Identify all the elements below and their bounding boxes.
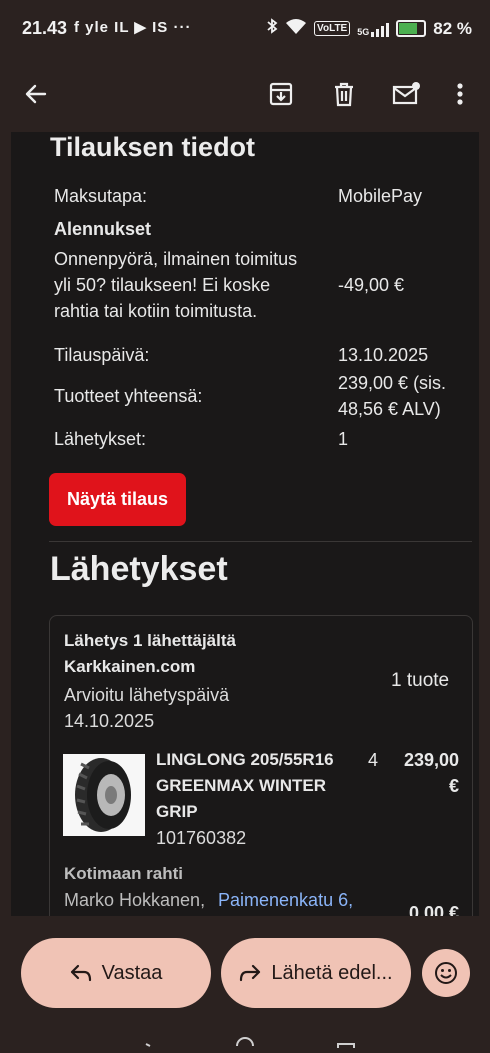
signal-5g-icon: 5G (357, 21, 390, 37)
email-content: Tilauksen tiedot Maksutapa: MobilePay Al… (11, 132, 479, 916)
item-count: 1 tuote (391, 670, 450, 691)
discounts-heading: Alennukset (54, 219, 152, 239)
status-time: 21.43 (22, 18, 68, 38)
recipient-name: Marko Hokkanen, (64, 890, 206, 910)
total-value-line-1: 239,00 € (sis. (338, 373, 447, 393)
discount-line-3: rahtia tai kotiin toimitusta. (54, 301, 258, 321)
shipments-value: 1 (338, 429, 349, 449)
order-date-value: 13.10.2025 (338, 345, 429, 365)
wifi-icon (285, 18, 307, 39)
network-type: 5G (357, 26, 370, 37)
product-name-line-2: GREENMAX WINTER (156, 776, 326, 795)
shipment-card: Lähetys 1 lähettäjältä Karkkainen.com Ar… (49, 615, 473, 916)
total-value-line-2: 48,56 € ALV) (338, 399, 441, 419)
product-sku: 101760382 (156, 828, 247, 848)
battery-icon (396, 20, 427, 37)
volte-badge: VoLTE (314, 21, 351, 36)
mail-unread-icon (392, 82, 420, 105)
address-link[interactable]: Paimenenkatu 6, (218, 887, 353, 913)
product-price-line-2: € (448, 776, 459, 796)
arrow-left-icon (25, 84, 47, 104)
discount-value: -49,00 € (338, 275, 405, 295)
nav-back-icon[interactable] (145, 1043, 151, 1047)
order-details-title: Tilauksen tiedot (50, 132, 256, 162)
emoji-smile-icon (435, 962, 457, 984)
payment-value: MobilePay (338, 186, 423, 206)
product-quantity: 4 (368, 750, 379, 770)
shipments-title: Lähetykset (50, 550, 228, 588)
forward-label: Lähetä edel... (271, 961, 393, 984)
delivery-heading: Kotimaan rahti (64, 864, 184, 883)
bottom-action-bar: Vastaa Lähetä edel... (0, 916, 490, 1048)
product-name-line-1: LINGLONG 205/55R16 (156, 750, 334, 769)
estimate-line-1: Arvioitu lähetyspäivä (64, 685, 230, 705)
more-options-button[interactable] (440, 74, 480, 114)
order-date-label: Tilauspäivä: (54, 345, 150, 365)
product-price-line-1: 239,00 (403, 750, 459, 770)
reply-icon (70, 964, 91, 982)
delete-button[interactable] (324, 74, 364, 114)
status-right: VoLTE 5G 82 % (266, 18, 472, 39)
archive-icon (269, 82, 293, 106)
email-body[interactable]: Tilauksen tiedot Maksutapa: MobilePay Al… (11, 132, 479, 916)
delivery-price: 0,00 € (408, 903, 459, 916)
status-app-icons: f yle IL ▶ IS ··· (74, 19, 192, 36)
archive-button[interactable] (261, 74, 301, 114)
back-button[interactable] (16, 74, 56, 114)
status-bar: 21.43 f yle IL ▶ IS ··· VoLTE 5G 82 % (0, 0, 490, 58)
bluetooth-icon (266, 18, 278, 39)
reply-button[interactable]: Vastaa (21, 938, 211, 1008)
forward-icon (240, 964, 261, 982)
nav-home-icon[interactable] (236, 1037, 254, 1047)
product-name-line-3: GRIP (156, 802, 198, 821)
show-order-button[interactable]: Näytä tilaus (49, 473, 186, 526)
tire-icon (75, 758, 131, 832)
mark-unread-button[interactable] (386, 74, 426, 114)
nav-recents-icon[interactable] (337, 1043, 355, 1048)
discount-line-1: Onnenpyörä, ilmainen toimitus (54, 249, 298, 269)
product-image (63, 754, 145, 836)
payment-label: Maksutapa: (54, 186, 148, 206)
estimate-line-2: 14.10.2025 (64, 711, 155, 731)
system-nav-bar (0, 1032, 490, 1048)
section-divider (49, 541, 472, 542)
shipment-heading-line-1: Lähetys 1 lähettäjältä (64, 631, 236, 650)
trash-icon (335, 82, 353, 107)
total-label: Tuotteet yhteensä: (54, 386, 203, 406)
more-vert-icon (457, 83, 463, 105)
emoji-reaction-button[interactable] (422, 949, 470, 997)
battery-percent: 82 % (433, 18, 472, 38)
shipments-label: Lähetykset: (54, 429, 147, 449)
shipment-heading-line-2: Karkkainen.com (64, 657, 196, 676)
forward-button[interactable]: Lähetä edel... (221, 938, 411, 1008)
email-toolbar (0, 58, 490, 132)
reply-label: Vastaa (101, 961, 163, 984)
discount-line-2: yli 50? tilaukseen! Ei koske (54, 275, 271, 295)
